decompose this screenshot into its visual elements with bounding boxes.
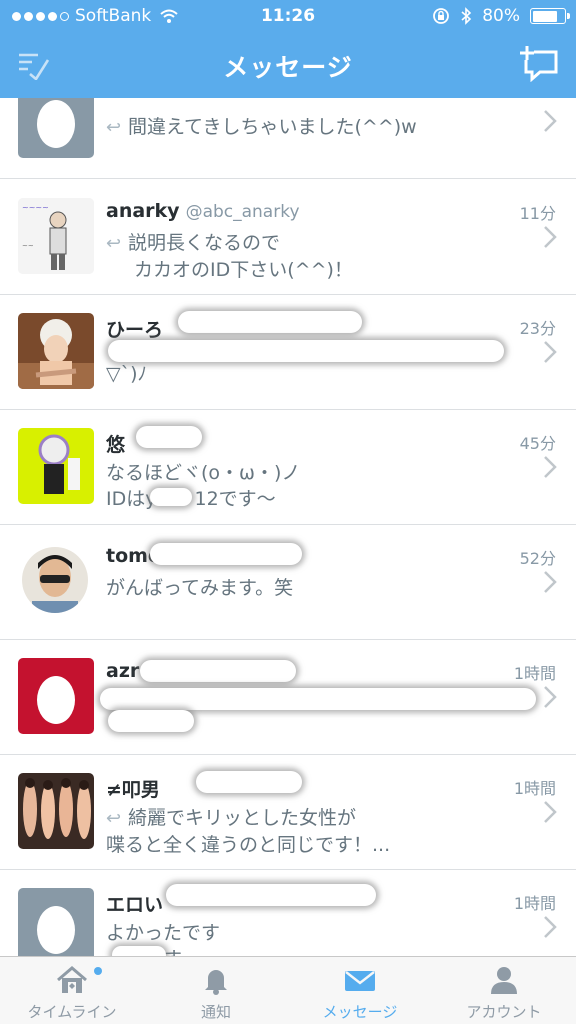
envelope-icon [345,971,375,991]
message-time: 45分 [519,434,556,453]
message-row[interactable]: azr 1時間 [0,640,576,755]
avatar: ~~~~ ~~ [18,198,94,274]
avatar [18,888,94,964]
page-title: メッセージ [223,53,353,82]
message-time: 23分 [519,319,556,338]
chevron-right-icon [544,110,557,132]
battery-percent: 80% [482,6,520,26]
tab-messages[interactable]: メッセージ [288,957,432,1024]
egg-avatar-icon [37,906,75,954]
message-snippet: ↩ 綺麗でキリッとした女性が 喋ると全く違うのと同じです！... [106,807,391,856]
redaction-blur [136,426,202,448]
bell-icon [205,970,227,995]
redaction-blur [196,771,302,793]
status-bar: SoftBank 11:26 80% [0,0,576,32]
message-time: 1時間 [513,664,556,683]
tab-account[interactable]: アカウント [432,957,576,1024]
redaction-blur [150,543,302,565]
tab-timeline[interactable]: タイムライン [0,957,144,1024]
new-message-icon[interactable] [520,46,560,82]
chevron-right-icon [544,686,557,708]
message-row[interactable]: ~~~~ ~~ anarky @abc_anarky 11分 ↩ 説明長くなるので カ… [0,180,576,295]
message-snippet: ↩ 間違えてきしちゃいました(^^)w [106,114,526,141]
battery-icon [530,8,570,24]
sender-handle: @abc_anarky [185,202,300,222]
redaction-blur [108,340,504,362]
message-time: 1時間 [513,779,556,798]
bluetooth-icon [461,7,472,25]
redaction-blur [166,884,376,906]
reply-icon: ↩ [106,233,122,254]
message-row[interactable]: tomo 52分 がんばってみます。笑 [0,525,576,640]
svg-text:~~: ~~ [22,242,34,250]
sender-name: ≠叩男 [106,779,160,801]
redaction-blur [150,488,192,506]
app-header: SoftBank 11:26 80% メッセージ [0,0,576,98]
tab-bar: タイムライン 通知 メッセージ アカウント [0,956,576,1024]
nav-bar: メッセージ [0,32,576,98]
egg-avatar-icon [37,676,75,724]
chevron-right-icon [544,341,557,363]
sender-name: ひーろ [106,319,164,341]
message-row[interactable]: ひーろ 23分 ▽`)ﾉ [0,295,576,410]
tab-label: タイムライン [27,1003,117,1021]
redaction-blur [100,688,536,710]
message-time: 11分 [519,204,556,223]
sender-name: anarky @abc_anarky [106,200,300,222]
avatar [22,547,88,613]
reply-icon: ↩ [106,808,122,829]
person-icon [491,967,517,994]
redaction-blur [108,710,194,732]
redaction-blur [178,311,362,333]
chevron-right-icon [544,226,557,248]
unread-dot [94,967,102,975]
tab-label: 通知 [200,1003,231,1021]
chevron-right-icon [544,571,557,593]
sender-name: 悠 [106,434,126,456]
redaction-blur [140,660,296,682]
home-icon [57,966,87,993]
message-time: 52分 [519,549,556,568]
sender-name: azr [106,660,140,682]
tab-label: メッセージ [322,1003,398,1021]
svg-text:~~~~: ~~~~ [22,203,49,212]
chevron-right-icon [544,801,557,823]
reply-icon: ↩ [106,117,122,138]
message-row[interactable]: ≠叩男 1時間 ↩ 綺麗でキリッとした女性が 喋ると全く違うのと同じです！... [0,755,576,870]
tab-label: アカウント [466,1003,542,1021]
avatar [18,428,94,504]
message-snippet: がんばってみます。笑 [106,577,294,599]
avatar [18,313,94,389]
sender-name: エロい [106,894,164,916]
message-time: 1時間 [513,894,556,913]
avatar [18,658,94,734]
chevron-right-icon [544,916,557,938]
tab-notifications[interactable]: 通知 [144,957,288,1024]
chevron-right-icon [544,456,557,478]
avatar [18,773,94,849]
message-row[interactable]: 悠 45分 なるほどヾ(o・ω・)ノ IDはy 12です〜 [0,410,576,525]
message-snippet: ▽`)ﾉ [106,363,148,385]
rotation-lock-icon [433,8,450,24]
message-snippet: ↩ 説明長くなるので カカオのID下さい(^^)！ [106,232,353,281]
